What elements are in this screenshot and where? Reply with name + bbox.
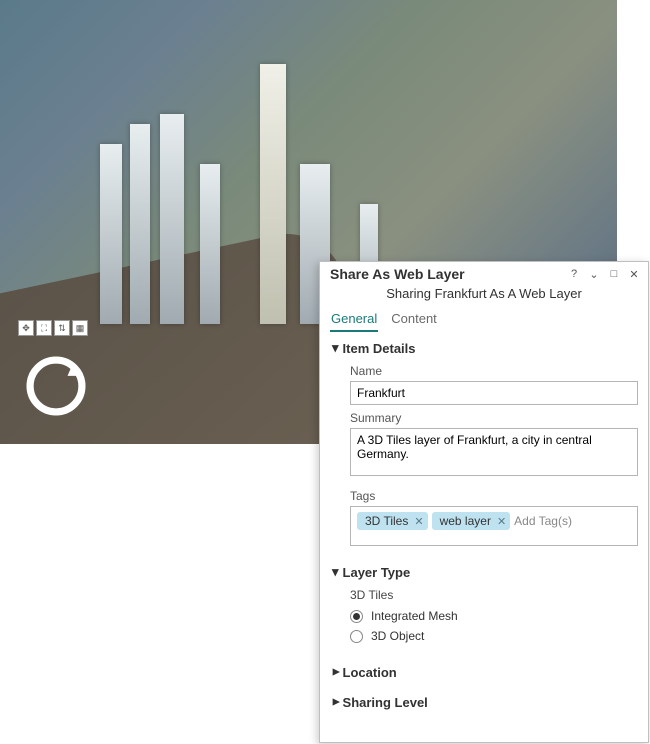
help-icon[interactable]: ? [566, 266, 582, 282]
tag-text: web layer [440, 514, 491, 528]
section-layer-type: ▾ Layer Type 3D Tiles Integrated Mesh 3D… [320, 556, 648, 656]
summary-input[interactable] [350, 428, 638, 476]
radio-label: Integrated Mesh [371, 609, 458, 623]
location-label: Location [343, 665, 397, 680]
chevron-down-icon: ▾ [332, 564, 339, 580]
tab-general[interactable]: General [330, 309, 378, 332]
nav-walk-icon[interactable]: ⇅ [54, 320, 70, 336]
chevron-right-icon: ▾ [327, 699, 343, 706]
radio-integrated-mesh[interactable]: Integrated Mesh [350, 606, 638, 626]
tags-label: Tags [350, 489, 638, 503]
tab-content[interactable]: Content [390, 309, 438, 332]
tab-bar: General Content [320, 309, 648, 332]
sharing-level-label: Sharing Level [343, 695, 428, 710]
radio-label: 3D Object [371, 629, 424, 643]
tag-remove-icon[interactable]: ✕ [414, 515, 423, 528]
nav-tool-group: ✥ ⛶ ⇅ ▦ [18, 320, 88, 336]
tag-remove-icon[interactable]: ✕ [497, 515, 506, 528]
layer-type-header[interactable]: ▾ Layer Type [332, 562, 638, 582]
radio-icon [350, 630, 363, 643]
panel-subtitle: Sharing Frankfurt As A Web Layer [320, 284, 648, 309]
summary-label: Summary [350, 411, 638, 425]
panel-titlebar: Share As Web Layer ? ⌄ □ ✕ [320, 262, 648, 284]
close-icon[interactable]: ✕ [626, 266, 642, 282]
maximize-icon[interactable]: □ [606, 266, 622, 282]
share-web-layer-panel: Share As Web Layer ? ⌄ □ ✕ Sharing Frank… [319, 261, 649, 743]
location-header[interactable]: ▾ Location [332, 662, 638, 682]
layer-subtype-label: 3D Tiles [350, 586, 638, 606]
section-location: ▾ Location [320, 656, 648, 686]
compass-widget[interactable] [20, 350, 92, 422]
nav-extent-icon[interactable]: ⛶ [36, 320, 52, 336]
tags-input[interactable]: 3D Tiles ✕ web layer ✕ Add Tag(s) [350, 506, 638, 546]
menu-icon[interactable]: ⌄ [586, 266, 602, 282]
tag-text: 3D Tiles [365, 514, 408, 528]
section-sharing-level: ▾ Sharing Level [320, 686, 648, 716]
nav-grid-icon[interactable]: ▦ [72, 320, 88, 336]
name-label: Name [350, 364, 638, 378]
sharing-level-header[interactable]: ▾ Sharing Level [332, 692, 638, 712]
layer-type-label: Layer Type [343, 565, 411, 580]
tag-chip[interactable]: 3D Tiles ✕ [357, 512, 428, 530]
panel-title: Share As Web Layer [330, 266, 562, 282]
chevron-down-icon: ▾ [332, 340, 339, 356]
item-details-header[interactable]: ▾ Item Details [332, 338, 638, 358]
chevron-right-icon: ▾ [327, 669, 343, 676]
tag-chip[interactable]: web layer ✕ [432, 512, 511, 530]
nav-pan-icon[interactable]: ✥ [18, 320, 34, 336]
radio-icon [350, 610, 363, 623]
tags-placeholder: Add Tag(s) [514, 514, 572, 528]
name-input[interactable] [350, 381, 638, 405]
item-details-label: Item Details [343, 341, 416, 356]
radio-3d-object[interactable]: 3D Object [350, 626, 638, 646]
section-item-details: ▾ Item Details Name Summary Tags 3D Tile… [320, 332, 648, 556]
